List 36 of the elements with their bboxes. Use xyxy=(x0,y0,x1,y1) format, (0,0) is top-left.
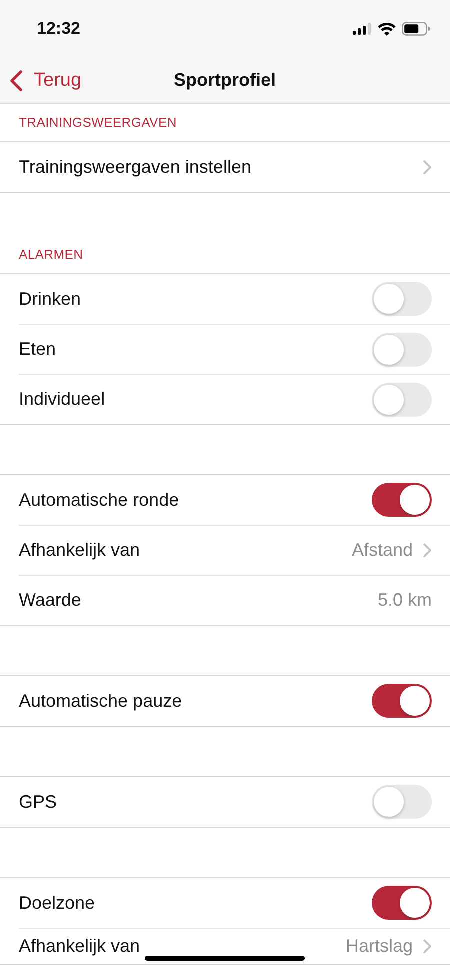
toggle-switch[interactable] xyxy=(372,886,432,920)
toggle-switch[interactable] xyxy=(372,332,432,366)
row-label: Afhankelijk van xyxy=(19,540,140,561)
row-value: Afstand xyxy=(352,540,413,561)
row-label: Automatische ronde xyxy=(19,490,180,510)
back-button[interactable]: Terug xyxy=(10,58,82,103)
row-value: Hartslag xyxy=(346,936,413,957)
toggle-switch[interactable] xyxy=(372,785,432,819)
chevron-icon xyxy=(423,543,432,558)
wifi-icon xyxy=(378,22,396,36)
section-header: ALARMEN xyxy=(18,246,84,264)
signal-icon xyxy=(353,23,372,35)
back-chevron-icon xyxy=(10,70,23,92)
row-label: Afhankelijk van xyxy=(19,936,140,957)
battery-icon xyxy=(402,22,430,36)
row-value: 5.0 km xyxy=(378,590,432,611)
toggle-switch[interactable] xyxy=(372,684,432,718)
row-label: Doelzone xyxy=(19,892,96,914)
settings-row[interactable]: Trainingsweergaven instellen xyxy=(0,142,450,192)
row-label: Drinken xyxy=(19,288,82,310)
toggle-switch[interactable] xyxy=(372,382,432,416)
row-label: GPS xyxy=(19,792,58,812)
row-label: Individueel xyxy=(19,389,106,410)
row-label: Waarde xyxy=(19,590,82,611)
row-label: Trainingsweergaven instellen xyxy=(19,156,252,178)
toggle-switch[interactable] xyxy=(372,483,432,517)
toggle-switch[interactable] xyxy=(372,282,432,316)
chevron-icon xyxy=(423,160,432,174)
settings-row[interactable]: Afhankelijk van Afstand xyxy=(0,525,450,575)
clock-time: 12:32 xyxy=(37,19,80,39)
section-header: TRAININGSWEERGAVEN xyxy=(18,114,178,132)
chevron-icon xyxy=(423,939,432,954)
row-label: Eten xyxy=(19,339,56,360)
home-indicator[interactable] xyxy=(145,956,305,961)
screen-title: Sportprofiel xyxy=(174,70,276,91)
row-label: Automatische pauze xyxy=(19,690,182,712)
